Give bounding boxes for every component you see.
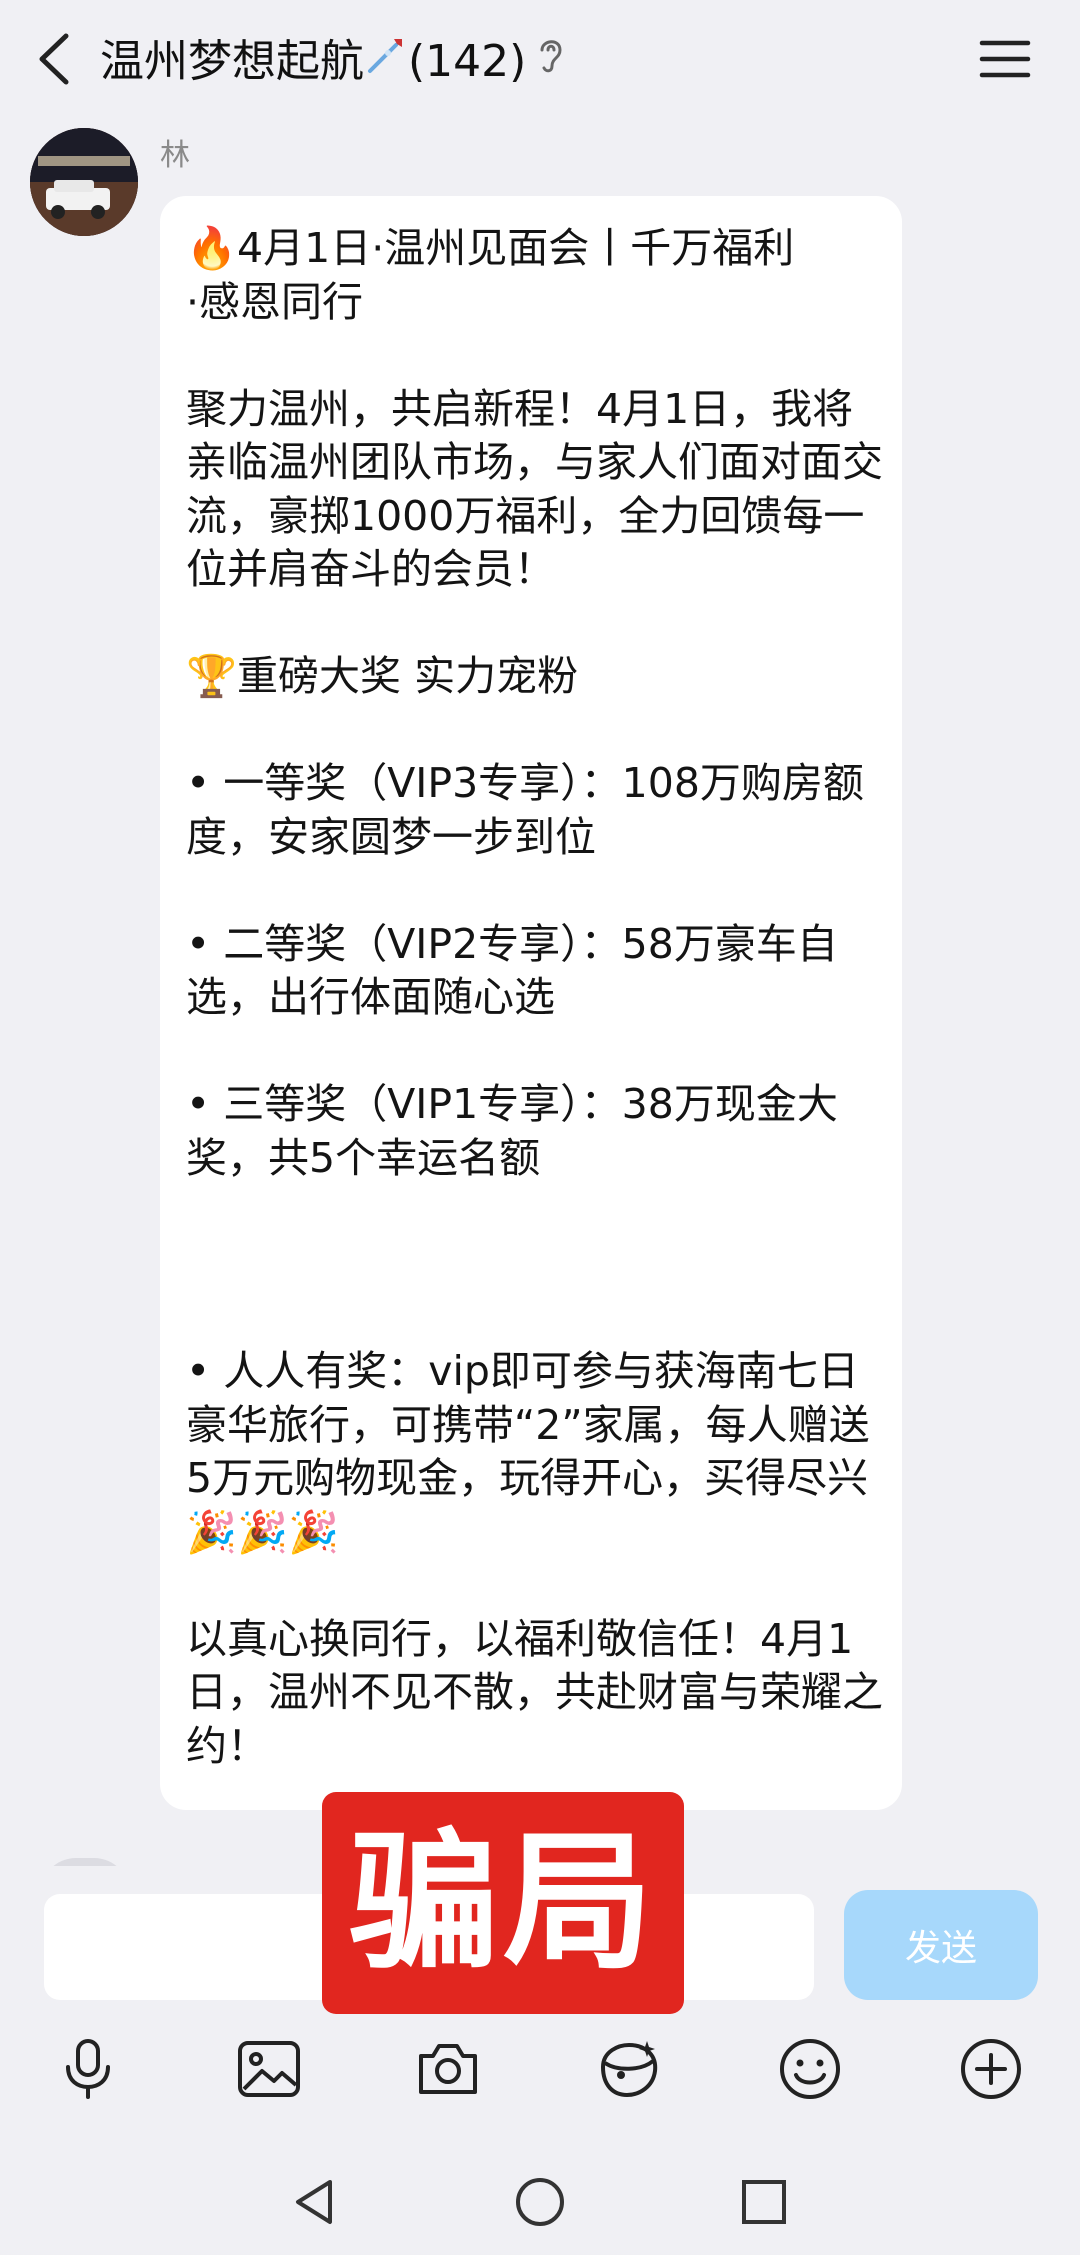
home-circle-icon — [516, 2178, 564, 2226]
image-icon — [238, 2041, 300, 2097]
message-heading: 🏆重磅大奖 实力宠粉 — [186, 652, 579, 700]
microphone-icon — [66, 2039, 110, 2099]
chat-header: 温州梦想起航 (142) — [0, 0, 1080, 118]
recents-square-icon — [742, 2180, 786, 2224]
image-button[interactable] — [234, 2034, 304, 2104]
page-title[interactable]: 温州梦想起航 (142) — [100, 32, 566, 88]
avatar[interactable] — [30, 128, 138, 236]
back-button[interactable] — [30, 28, 80, 90]
hamburger-menu-icon — [979, 40, 1031, 78]
member-count: (142) — [408, 36, 527, 87]
prize-item: • 人人有奖：vip即可参与获海南七日豪华旅行，可携带“2”家属，每人赠送5万元… — [186, 1347, 870, 1556]
back-triangle-icon — [296, 2180, 332, 2224]
camera-icon — [419, 2044, 477, 2094]
emoji-icon — [780, 2039, 840, 2099]
input-toolbar — [0, 2020, 1080, 2120]
nav-recents-button[interactable] — [732, 2170, 796, 2234]
red-packet-button[interactable] — [594, 2034, 664, 2104]
message-text: 🔥4月1日·温州见面会丨千万福利 ·感恩同行聚力温州，共启新程！4月1日，我将亲临… — [186, 222, 886, 1773]
nav-back-button[interactable] — [282, 2170, 346, 2234]
send-button[interactable]: 发送 — [844, 1890, 1038, 2000]
scam-warning-stamp: 骗局 — [322, 1792, 684, 2014]
camera-button[interactable] — [413, 2034, 483, 2104]
emoji-button[interactable] — [775, 2034, 845, 2104]
menu-button[interactable] — [978, 32, 1032, 86]
prize-item: • 二等奖（VIP2专享）：58万豪车自选，出行体面随心选 — [186, 919, 838, 1022]
message-paragraph: 以真心换同行，以福利敬信任！4月1日，温州不见不散，共赴财富与荣耀之约！ — [186, 1614, 883, 1770]
ear-icon[interactable] — [536, 34, 566, 90]
more-button[interactable] — [956, 2034, 1026, 2104]
prize-item: • 三等奖（VIP1专享）：38万现金大奖，共5个幸运名额 — [186, 1080, 838, 1182]
message-line: 🔥4月1日·温州见面会丨千万福利 — [186, 224, 795, 272]
message-line: ·感恩同行 — [186, 277, 364, 326]
plus-icon — [961, 2039, 1021, 2099]
car-photo-avatar — [30, 128, 138, 236]
voice-button[interactable] — [53, 2034, 123, 2104]
rocket-icon — [364, 33, 408, 91]
sender-name: 林 — [160, 138, 190, 173]
group-name: 温州梦想起航 — [100, 36, 364, 87]
red-packet-icon — [600, 2041, 658, 2098]
chevron-left-icon — [39, 33, 69, 85]
message-paragraph: 聚力温州，共启新程！4月1日，我将亲临温州团队市场，与家人们面对面交流，豪掷10… — [186, 384, 883, 594]
prize-item: • 一等奖（VIP3专享）：108万购房额度，安家圆梦一步到位 — [186, 759, 864, 861]
nav-home-button[interactable] — [508, 2170, 572, 2234]
